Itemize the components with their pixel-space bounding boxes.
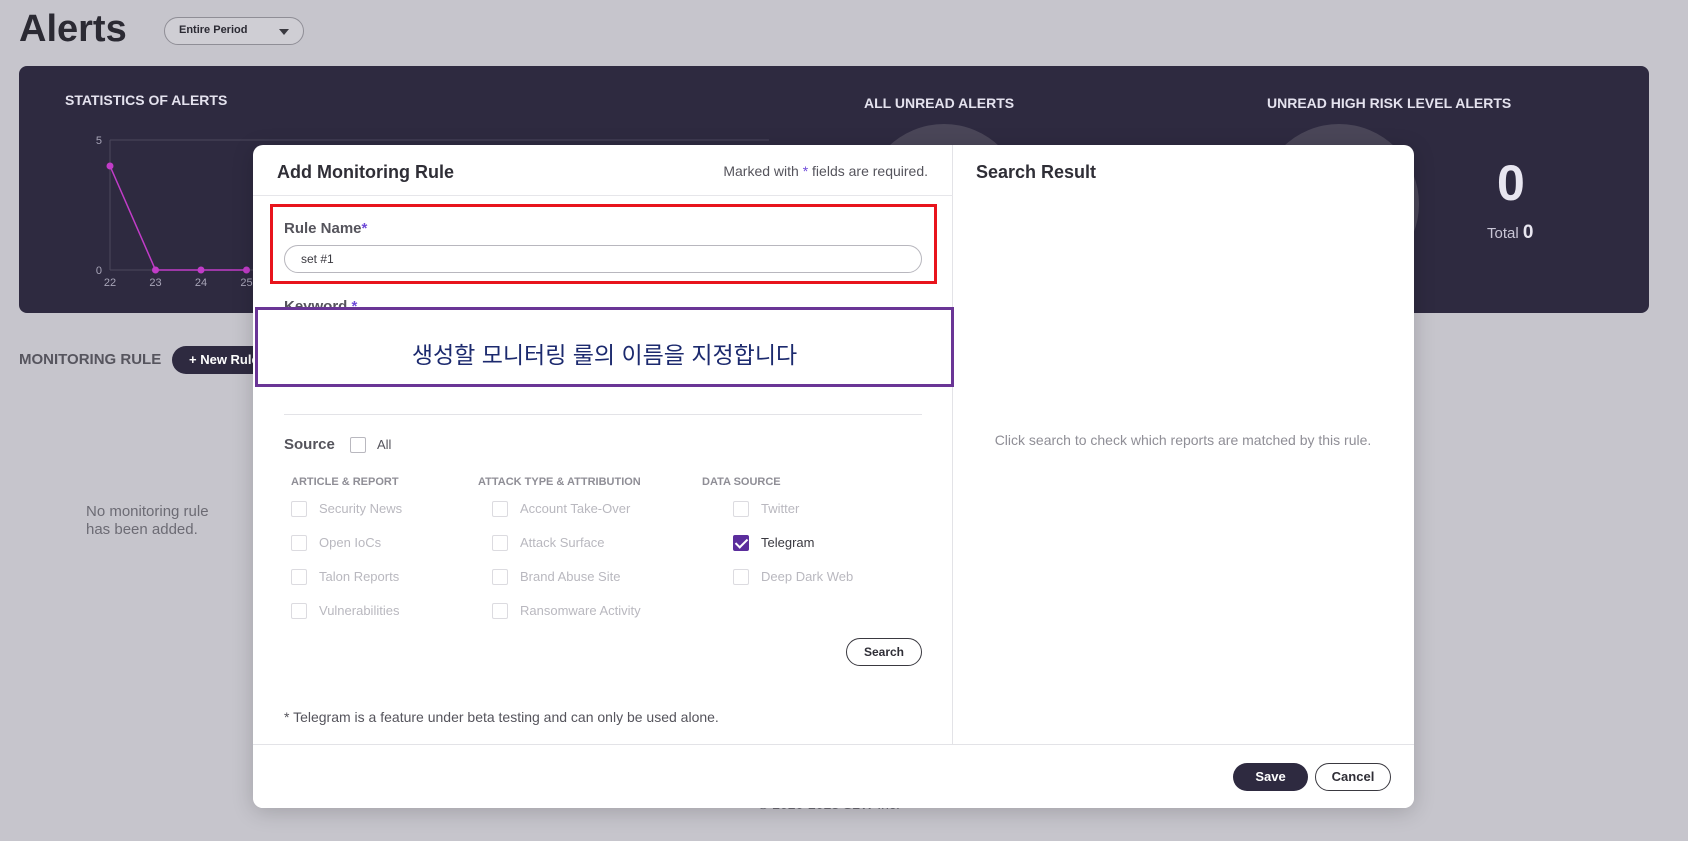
high-risk-title: UNREAD HIGH RISK LEVEL ALERTS — [1267, 95, 1512, 111]
monitoring-rule-title: MONITORING RULE — [19, 351, 162, 368]
cancel-button[interactable]: Cancel — [1315, 763, 1391, 791]
open-iocs-label: Open IoCs — [319, 535, 382, 550]
search-button[interactable]: Search — [846, 638, 922, 666]
deep-dark-web-checkbox[interactable] — [733, 569, 749, 585]
total-label: Total 0 — [1487, 222, 1533, 244]
chart-x-tick-label: 24 — [195, 277, 207, 288]
required-star: * — [802, 163, 809, 179]
period-select-value: Entire Period — [179, 24, 248, 36]
high-risk-count: 0 — [1497, 155, 1525, 211]
chart-y-tick-label: 0 — [96, 265, 102, 277]
brand-abuse-label: Brand Abuse Site — [520, 569, 621, 584]
stats-title: STATISTICS OF ALERTS — [65, 92, 228, 108]
required-note-suffix: fields are required. — [812, 163, 928, 179]
empty-message-line1: No monitoring rule — [86, 503, 209, 520]
chart-data-point — [197, 266, 205, 274]
page-title: Alerts — [19, 8, 127, 50]
security-news-checkbox[interactable] — [291, 501, 307, 517]
chart-data-point — [152, 266, 159, 274]
header-divider — [253, 195, 953, 196]
chart-x-tick-label: 25 — [240, 277, 252, 288]
save-button[interactable]: Save — [1233, 763, 1308, 791]
article-report-header: ARTICLE & REPORT — [291, 476, 399, 488]
telegram-checkbox[interactable] — [733, 535, 749, 551]
telegram-beta-note: * Telegram is a feature under beta testi… — [284, 709, 719, 725]
account-takeover-label: Account Take-Over — [520, 501, 631, 516]
ransomware-checkbox[interactable] — [492, 603, 508, 619]
source-divider — [284, 414, 922, 415]
chevron-down-icon — [279, 29, 289, 35]
attack-surface-label: Attack Surface — [520, 535, 605, 550]
telegram-label: Telegram — [761, 535, 815, 550]
deep-dark-web-label: Deep Dark Web — [761, 569, 854, 584]
source-all-label: All — [377, 437, 392, 452]
rule-form-panel: Add Monitoring Rule Marked with * fields… — [253, 145, 953, 744]
twitter-label: Twitter — [761, 501, 800, 516]
brand-abuse-checkbox[interactable] — [492, 569, 508, 585]
vulnerabilities-label: Vulnerabilities — [319, 603, 400, 618]
chart-data-point — [243, 266, 250, 274]
vulnerabilities-checkbox[interactable] — [291, 603, 307, 619]
attack-type-header: ATTACK TYPE & ATTRIBUTION — [478, 476, 641, 488]
account-takeover-checkbox[interactable] — [492, 501, 508, 517]
empty-rule-message: No monitoring rule has been added. — [86, 503, 209, 539]
chart-x-tick-label: 22 — [104, 277, 116, 288]
search-result-panel: Search Result Click search to check whic… — [953, 145, 1414, 744]
required-note: Marked with * fields are required. — [723, 163, 928, 179]
modal-footer: Save Cancel — [253, 744, 1414, 808]
unread-alerts-title: ALL UNREAD ALERTS — [864, 95, 1015, 111]
search-result-hint: Click search to check which reports are … — [994, 432, 1372, 448]
tutorial-callout: 생성할 모니터링 룰의 이름을 지정합니다 — [255, 307, 954, 387]
empty-message-line2: has been added. — [86, 521, 198, 538]
chart-series-line — [109, 165, 247, 271]
chart-data-point — [106, 162, 114, 170]
period-select[interactable]: Entire Period — [164, 17, 304, 45]
total-value: 0 — [1522, 222, 1534, 243]
security-news-label: Security News — [319, 501, 403, 516]
rule-name-highlight-box — [270, 204, 937, 284]
modal-title: Add Monitoring Rule — [277, 162, 454, 182]
data-source-header: DATA SOURCE — [702, 476, 781, 488]
search-result-title: Search Result — [976, 162, 1097, 182]
talon-reports-label: Talon Reports — [319, 569, 400, 584]
twitter-checkbox[interactable] — [733, 501, 749, 517]
source-label: Source — [284, 436, 335, 453]
add-monitoring-rule-modal: Add Monitoring Rule Marked with * fields… — [253, 145, 1414, 808]
attack-surface-checkbox[interactable] — [492, 535, 508, 551]
chart-x-tick-label: 23 — [149, 277, 161, 288]
source-all-checkbox[interactable] — [350, 437, 366, 453]
talon-reports-checkbox[interactable] — [291, 569, 307, 585]
ransomware-label: Ransomware Activity — [520, 603, 641, 618]
total-text: Total — [1487, 225, 1519, 242]
open-iocs-checkbox[interactable] — [291, 535, 307, 551]
required-note-prefix: Marked with — [723, 163, 799, 179]
chart-y-tick-label: 5 — [96, 135, 102, 147]
callout-text: 생성할 모니터링 룰의 이름을 지정합니다 — [411, 342, 798, 368]
